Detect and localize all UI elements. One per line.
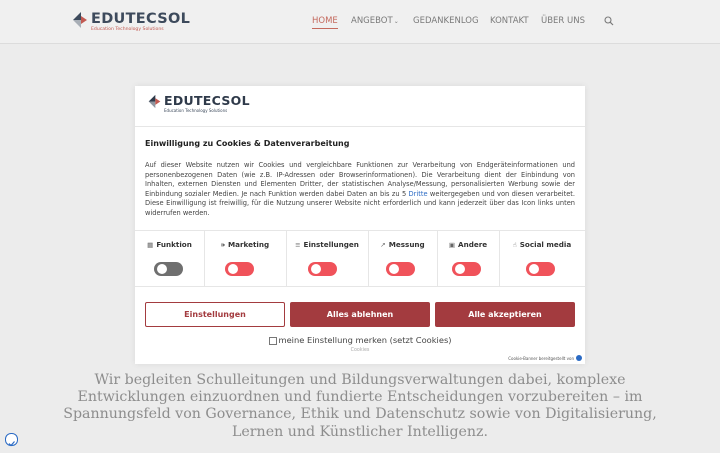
megaphone-icon: 🕪 xyxy=(220,241,225,249)
category-label: Social media xyxy=(519,240,572,249)
banner-credit-text: Cookie-Banner bereitgestellt von xyxy=(508,355,574,361)
sliders-icon: ≡ xyxy=(295,241,301,249)
nav-kontakt[interactable]: KONTAKT xyxy=(490,16,529,26)
chart-icon: ↗ xyxy=(380,241,386,249)
modal-logo: EDUTECSOL Education Technology Solutions xyxy=(147,94,250,113)
category-label: Messung xyxy=(388,240,425,249)
modal-logo-tagline: Education Technology Solutions xyxy=(164,108,228,113)
logo-mark-icon xyxy=(148,94,161,109)
toggle-messung[interactable] xyxy=(386,262,415,276)
toggle-social-media[interactable] xyxy=(526,262,555,276)
category-label: Andere xyxy=(458,240,488,249)
consent-settings-icon[interactable] xyxy=(5,433,18,447)
nav-home[interactable]: HOME xyxy=(312,16,338,29)
consent-categories: ▦ Funktion 🕪 Marketing ≡ Einstellungen ↗ Mes… xyxy=(135,230,585,287)
site-header: EDUTECSOL Education Technology Solutions… xyxy=(0,0,720,44)
grid-icon: ▦ xyxy=(147,241,154,249)
category-social-media: ☝ Social media xyxy=(499,231,585,286)
nav-angebot[interactable]: ANGEBOT⌄ xyxy=(351,16,399,26)
toggle-andere[interactable] xyxy=(452,262,481,276)
category-andere: ▣ Andere xyxy=(437,231,500,286)
logo-mark-icon xyxy=(73,12,87,28)
thumbs-up-icon: ☝ xyxy=(512,241,517,249)
category-label: Marketing xyxy=(227,240,270,249)
nav-gedankenlog[interactable]: GEDANKENLOG xyxy=(413,16,479,26)
site-logo[interactable]: EDUTECSOL Education Technology Solutions xyxy=(71,11,190,33)
remember-setting[interactable]: meine Einstellung merken (setzt Cookies) xyxy=(135,335,585,345)
remember-label: meine Einstellung merken (setzt Cookies) xyxy=(278,335,452,345)
banner-credit[interactable]: Cookie-Banner bereitgestellt von xyxy=(508,355,582,361)
logo-tagline: Education Technology Solutions xyxy=(91,27,164,32)
hero-text: Wir begleiten Schulleitungen und Bildung… xyxy=(63,372,657,440)
chat-icon: ▣ xyxy=(448,241,456,249)
category-label: Einstellungen xyxy=(303,240,359,249)
modal-title: Einwilligung zu Cookies & Datenverarbeit… xyxy=(145,139,350,148)
toggle-marketing[interactable] xyxy=(225,262,254,276)
toggle-einstellungen[interactable] xyxy=(308,262,337,276)
nav-ueber-uns[interactable]: ÜBER UNS xyxy=(541,16,585,26)
third-parties-link[interactable]: Dritte xyxy=(409,190,428,198)
category-funktion: ▦ Funktion xyxy=(135,231,205,286)
remember-checkbox[interactable] xyxy=(268,336,277,345)
modal-divider xyxy=(135,126,585,127)
nav-angebot-label: ANGEBOT xyxy=(351,16,393,26)
modal-body: Auf dieser Website nutzen wir Cookies un… xyxy=(145,161,575,218)
search-icon[interactable] xyxy=(604,16,614,26)
deny-all-button[interactable]: Alles ablehnen xyxy=(290,302,430,327)
provider-badge-icon xyxy=(576,355,582,361)
cookie-consent-dialog: EDUTECSOL Education Technology Solutions… xyxy=(135,86,585,364)
cookies-link[interactable]: Cookies xyxy=(135,348,585,353)
settings-button[interactable]: Einstellungen xyxy=(145,302,285,327)
category-marketing: 🕪 Marketing xyxy=(204,231,287,286)
accept-all-button[interactable]: Alle akzeptieren xyxy=(435,302,575,327)
toggle-funktion[interactable] xyxy=(154,262,183,276)
logo-name: EDUTECSOL xyxy=(91,11,191,27)
category-label: Funktion xyxy=(156,240,192,249)
chevron-down-icon: ⌄ xyxy=(393,18,399,25)
category-einstellungen: ≡ Einstellungen xyxy=(286,231,369,286)
modal-logo-name: EDUTECSOL xyxy=(164,93,250,108)
category-messung: ↗ Messung xyxy=(368,231,438,286)
check-icon xyxy=(8,441,15,447)
